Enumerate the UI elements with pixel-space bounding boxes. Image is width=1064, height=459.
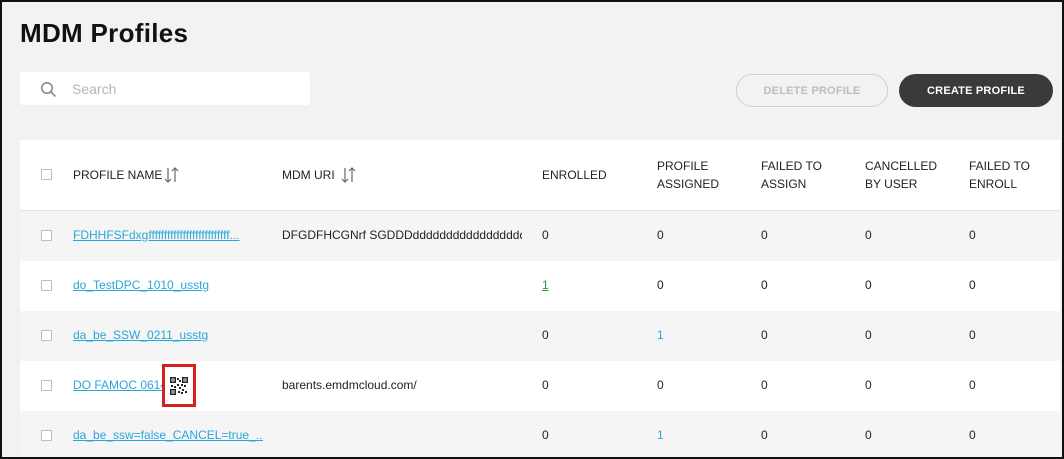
create-profile-button[interactable]: CREATE PROFILE [899,74,1053,107]
column-header-profile-name[interactable]: PROFILE NAME [73,166,162,184]
column-header-profile-assigned: PROFILE ASSIGNED [657,157,719,193]
profile-name-link[interactable]: FDHHFSFdxgffffffffffffffffffffffffff... [73,228,263,242]
column-header-cancelled-by-user: CANCELLED BY USER [865,157,937,193]
mdm-uri-cell: DFGDFHCGNrf SGDDDddddddddddddddddd... [282,228,522,242]
search-input[interactable] [70,77,304,101]
row-checkbox[interactable] [41,330,52,341]
cancelled-cell: 0 [865,378,872,392]
column-header-enrolled: ENROLLED [542,168,607,182]
assigned-cell: 0 [657,278,664,292]
table-row[interactable]: FDHHFSFdxgffffffffffffffffffffffffff... … [20,211,1060,261]
profile-name-link[interactable]: DO FAMOC 0614 [73,378,167,392]
table-row[interactable]: da_be_SSW_0211_usstg 0 1 0 0 0 [20,311,1060,361]
header-line: ENROLL [969,177,1018,191]
select-all-checkbox[interactable] [41,169,52,180]
cancelled-cell: 0 [865,328,872,342]
header-line: FAILED TO [761,159,822,173]
assigned-link[interactable]: 1 [657,328,664,342]
mdm-uri-cell: barents.emdmcloud.com/ [282,378,417,392]
profile-name-link[interactable]: da_be_SSW_0211_usstg [73,328,263,342]
failed-assign-cell: 0 [761,228,768,242]
column-header-mdm-uri[interactable]: MDM URI [282,166,335,184]
failed-assign-cell: 0 [761,378,768,392]
assigned-cell: 0 [657,228,664,242]
header-line: FAILED TO [969,159,1030,173]
enrolled-cell: 0 [542,428,549,442]
header-line: ASSIGNED [657,177,720,191]
header-line: BY USER [865,177,918,191]
profiles-table: PROFILE NAME MDM URI ENROLLED PROFILE AS… [20,140,1060,457]
profile-name-link[interactable]: da_be_ssw=false_CANCEL=true_... [73,428,263,442]
cancelled-cell: 0 [865,228,872,242]
table-row[interactable]: DO FAMOC 0614 barents.emdmcloud.com/ 0 0 [20,361,1060,411]
row-checkbox[interactable] [41,280,52,291]
failed-assign-cell: 0 [761,428,768,442]
page-title: MDM Profiles [20,18,189,48]
row-checkbox[interactable] [41,230,52,241]
qr-code-highlight[interactable] [162,364,196,407]
failed-enroll-cell: 0 [969,228,976,242]
header-line: ASSIGN [761,177,807,191]
failed-assign-cell: 0 [761,278,768,292]
table-header: PROFILE NAME MDM URI ENROLLED PROFILE AS… [20,140,1060,211]
sort-icon[interactable] [340,165,358,185]
column-header-failed-to-assign: FAILED TO ASSIGN [761,157,822,193]
assigned-link[interactable]: 1 [657,428,664,442]
search-box[interactable] [20,72,310,105]
enrolled-link[interactable]: 1 [542,278,549,292]
table-row[interactable]: da_be_ssw=false_CANCEL=true_... 0 1 0 0 … [20,411,1060,457]
enrolled-cell: 0 [542,228,549,242]
column-header-failed-to-enroll: FAILED TO ENROLL [969,157,1030,193]
failed-enroll-cell: 0 [969,278,976,292]
failed-enroll-cell: 0 [969,378,976,392]
failed-enroll-cell: 0 [969,428,976,442]
assigned-cell: 0 [657,378,664,392]
header-line: CANCELLED [865,159,938,173]
header-line: PROFILE [657,159,709,173]
enrolled-cell: 0 [542,328,549,342]
qr-code-icon[interactable] [170,376,188,395]
cancelled-cell: 0 [865,278,872,292]
table-row[interactable]: do_TestDPC_1010_usstg 1 0 0 0 0 [20,261,1060,311]
search-icon [41,82,56,97]
failed-assign-cell: 0 [761,328,768,342]
row-checkbox[interactable] [41,430,52,441]
profile-name-link[interactable]: do_TestDPC_1010_usstg [73,278,263,292]
failed-enroll-cell: 0 [969,328,976,342]
delete-profile-button[interactable]: DELETE PROFILE [736,74,888,107]
enrolled-cell: 0 [542,378,549,392]
cancelled-cell: 0 [865,428,872,442]
mdm-profiles-window: MDM Profiles DELETE PROFILE CREATE PROFI… [0,0,1064,459]
sort-icon[interactable] [163,165,181,185]
row-checkbox[interactable] [41,380,52,391]
